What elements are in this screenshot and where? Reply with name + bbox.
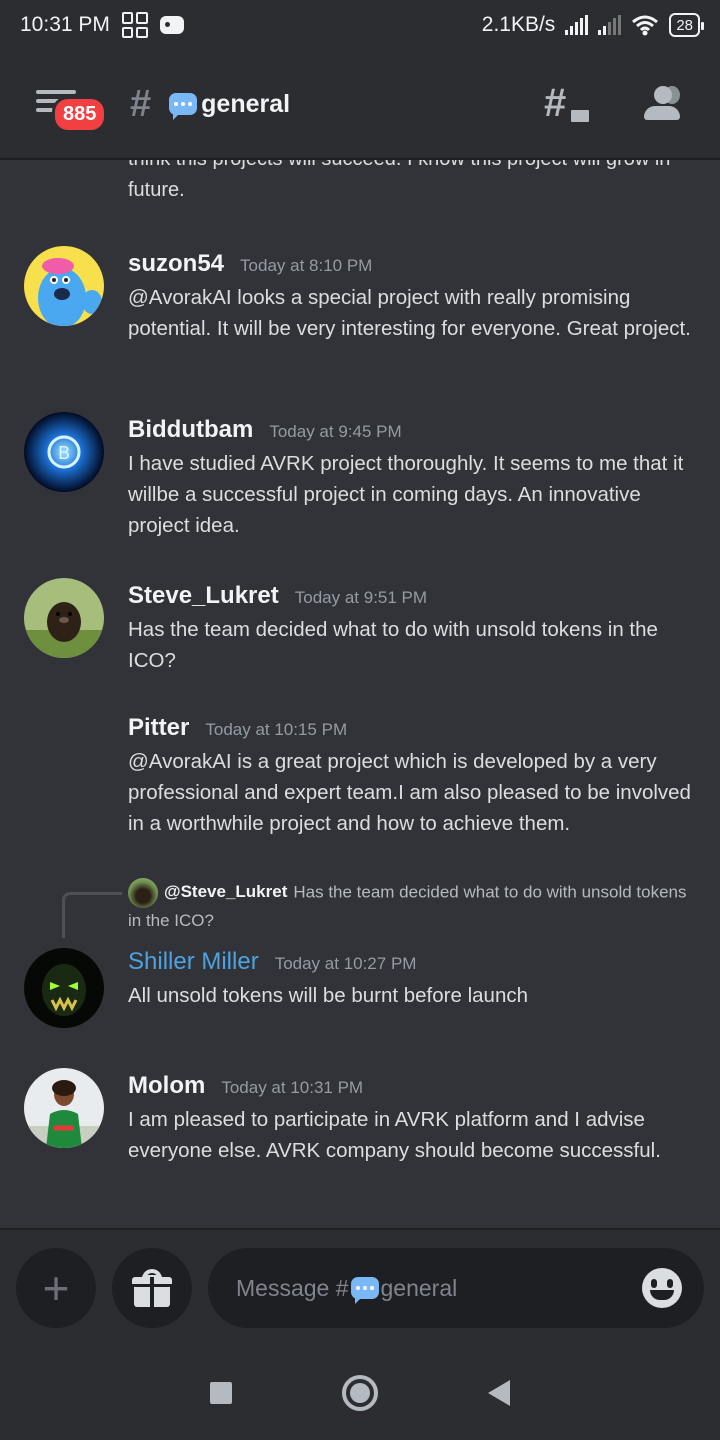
avatar[interactable] [24,1068,104,1148]
username[interactable]: Pitter [128,714,189,742]
reply-preview[interactable]: @Steve_Lukret Has the team decided what t… [128,878,690,934]
threads-icon[interactable]: # [544,83,592,125]
svg-text:B: B [58,443,70,464]
home-icon[interactable] [342,1375,378,1411]
reply-connector [62,892,122,938]
back-icon[interactable] [488,1380,510,1406]
add-attachment-button[interactable]: + [16,1248,96,1328]
message-content: I am pleased to participate in AVRK plat… [128,1108,661,1162]
gift-button[interactable] [112,1248,192,1328]
message-input[interactable]: Message # general [208,1248,704,1328]
message-content: I have studied AVRK project thoroughly. … [128,452,684,537]
message-content: All unsold tokens will be burnt before l… [128,984,528,1007]
username[interactable]: Steve_Lukret [128,582,279,610]
emoji-icon[interactable] [642,1268,682,1308]
unread-badge: 885 [52,96,108,133]
status-bar: 10:31 PM 2.1KB/s 28 [0,0,720,50]
message-list[interactable]: think this projects will succeed. I know… [0,160,720,1228]
timestamp: Today at 10:27 PM [274,954,417,973]
members-icon[interactable] [640,86,684,122]
timestamp: Today at 9:51 PM [294,588,428,607]
placeholder-prefix: Message # [236,1274,349,1301]
message-content: Has the team decided what to do with uns… [128,618,658,672]
placeholder-channel: general [380,1274,458,1301]
avatar[interactable]: B [24,412,104,492]
battery-icon: 28 [669,13,704,37]
wifi-icon [632,15,659,36]
timestamp: Today at 8:10 PM [240,256,373,275]
recents-icon[interactable] [210,1382,232,1404]
hash-icon: # [130,82,152,125]
speech-balloon-icon [350,1277,379,1304]
status-time: 10:31 PM [20,13,110,36]
message-placeholder: Message # general [236,1274,458,1304]
timestamp: Today at 9:45 PM [269,422,402,441]
network-speed: 2.1KB/s [481,13,556,36]
channel-header: 885 # general # [0,50,720,160]
channel-name: general [201,89,291,118]
avatar[interactable] [24,948,104,1028]
gift-icon [132,1269,172,1307]
reply-avatar [128,878,158,908]
avatar[interactable] [24,578,104,658]
speech-balloon-icon [169,93,198,120]
username[interactable]: Biddutbam [128,416,253,444]
partial-message-text: think this projects will succeed. I know… [128,160,670,201]
signal-icon [598,15,622,35]
username[interactable]: Molom [128,1072,205,1100]
message-composer: + Message # general [0,1228,720,1346]
system-nav-bar [0,1346,720,1440]
message-content: @AvorakAI is a great project which is de… [128,750,691,835]
battery-level: 28 [676,16,693,34]
username[interactable]: Shiller Miller [128,948,259,976]
timestamp: Today at 10:15 PM [205,720,348,739]
timestamp: Today at 10:31 PM [221,1078,364,1097]
grid-app-icon [121,12,148,38]
username[interactable]: suzon54 [128,250,224,278]
signal-icon [565,15,589,35]
menu-icon[interactable]: 885 [36,84,108,133]
plus-icon: + [42,1262,70,1314]
channel-title[interactable]: general [169,89,291,120]
avatar[interactable] [24,246,104,326]
reply-mention[interactable]: @Steve_Lukret [164,882,287,901]
message-content: @AvorakAI looks a special project with r… [128,286,691,340]
game-controller-icon [159,16,184,34]
